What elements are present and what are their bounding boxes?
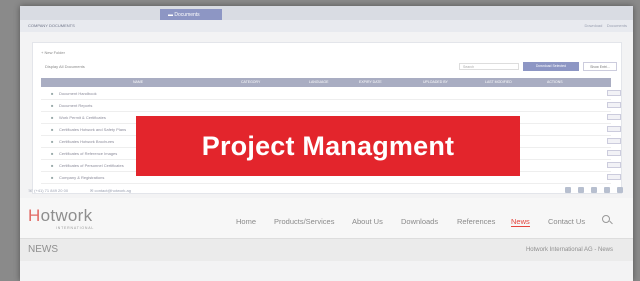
nav-downloads[interactable]: Downloads — [401, 217, 438, 226]
banner-text: Project Managment — [201, 130, 455, 161]
folder-icon: ■ — [51, 163, 54, 168]
col-uploaded[interactable]: UPLOADED BY — [423, 78, 448, 87]
phone-contact[interactable]: ☏ (+41) 71 849 20 00 — [28, 188, 68, 193]
nav-news[interactable]: News — [511, 217, 530, 227]
nav-home[interactable]: Home — [236, 217, 256, 226]
breadcrumb: Hotwork International AG - News — [525, 247, 613, 253]
row-name[interactable]: Certificates of Reference Images — [59, 148, 117, 159]
folder-icon: ■ — [51, 127, 54, 132]
page-title: NEWS — [28, 244, 58, 255]
youtube-icon[interactable] — [590, 187, 597, 193]
nav-about-us[interactable]: About Us — [352, 217, 383, 226]
row-name[interactable]: Certificates of Personnel Certificates — [59, 160, 124, 171]
section-links[interactable]: Download Documents — [585, 20, 627, 32]
download-selected-button[interactable]: Download Selected — [523, 62, 579, 71]
section-title: COMPANY DOCUMENTS — [28, 23, 75, 28]
project-management-banner: Project Managment — [136, 116, 520, 176]
main-navigation: Hotwork INTERNATIONAL Home Products/Serv… — [20, 198, 633, 238]
col-modified[interactable]: LAST MODIFIED — [485, 78, 512, 87]
col-name[interactable]: NAME — [133, 78, 143, 87]
documents-tab-label: Documents — [174, 12, 200, 18]
col-category[interactable]: CATEGORY — [241, 78, 260, 87]
col-language[interactable]: LANGUAGE — [309, 78, 328, 87]
row-name[interactable]: Company & Registrations — [59, 172, 104, 183]
row-name[interactable]: Work Permit & Certificates — [59, 112, 106, 123]
folder-icon: ■ — [51, 139, 54, 144]
display-label: Display All Documents — [45, 64, 85, 69]
folder-icon: ■ — [51, 115, 54, 120]
link-documents[interactable]: Documents — [607, 23, 627, 28]
new-folder-label: New Folder — [44, 50, 65, 55]
col-actions: ACTIONS — [547, 80, 563, 84]
row-actions-button[interactable] — [607, 102, 621, 108]
row-actions-button[interactable] — [607, 174, 621, 180]
table-row[interactable]: ■ Document Reports — [41, 100, 621, 112]
row-actions-button[interactable] — [607, 150, 621, 156]
section-header: COMPANY DOCUMENTS Download Documents — [20, 20, 633, 32]
col-expiry[interactable]: EXPIRY DATE — [359, 78, 382, 87]
top-strip: ▬ Documents — [20, 6, 633, 21]
show-entries-button[interactable]: Show Entri... — [583, 62, 617, 71]
hotwork-logo[interactable]: Hotwork — [28, 206, 92, 226]
row-actions-button[interactable] — [607, 126, 621, 132]
new-folder-link[interactable]: + New Folder — [41, 50, 65, 55]
facebook-icon[interactable] — [577, 187, 584, 193]
folder-icon: ■ — [51, 175, 54, 180]
row-actions-button[interactable] — [607, 90, 621, 96]
row-name[interactable]: Certificates Hotwork Brochures — [59, 136, 114, 147]
nav-products-services[interactable]: Products/Services — [274, 217, 334, 226]
row-name[interactable]: Certificates Hotwork and Safety Plans — [59, 124, 126, 135]
row-actions-button[interactable] — [607, 162, 621, 168]
instagram-icon[interactable] — [603, 187, 610, 193]
row-actions-button[interactable] — [607, 114, 621, 120]
logo-text: Hotwork — [28, 206, 93, 225]
table-row[interactable]: ■ Document Handbook — [41, 88, 621, 100]
table-header: NAME CATEGORY LANGUAGE EXPIRY DATE UPLOA… — [41, 78, 611, 87]
twitter-icon[interactable] — [564, 187, 571, 193]
nav-contact-us[interactable]: Contact Us — [548, 217, 585, 226]
linkedin-icon[interactable] — [617, 187, 623, 193]
social-icons — [559, 187, 623, 194]
link-download[interactable]: Download — [585, 23, 603, 28]
search-icon[interactable] — [602, 215, 610, 223]
search-input[interactable]: Search — [459, 63, 519, 70]
folder-icon: ■ — [51, 91, 54, 96]
folder-icon: ■ — [51, 151, 54, 156]
row-actions-button[interactable] — [607, 138, 621, 144]
email-contact[interactable]: ✉ contact@hotwork.ag — [90, 188, 131, 193]
folder-icon: ■ — [51, 103, 54, 108]
page-title-bar: NEWS Hotwork International AG - News — [20, 238, 633, 261]
logo-subtitle: INTERNATIONAL — [56, 226, 95, 230]
row-name[interactable]: Document Reports — [59, 100, 92, 111]
phone-text: (+41) 71 849 20 00 — [34, 188, 69, 193]
contact-bar: ☏ (+41) 71 849 20 00 ✉ contact@hotwork.a… — [20, 184, 633, 198]
nav-references[interactable]: References — [457, 217, 495, 226]
row-name[interactable]: Document Handbook — [59, 88, 97, 99]
email-text: contact@hotwork.ag — [94, 188, 131, 193]
